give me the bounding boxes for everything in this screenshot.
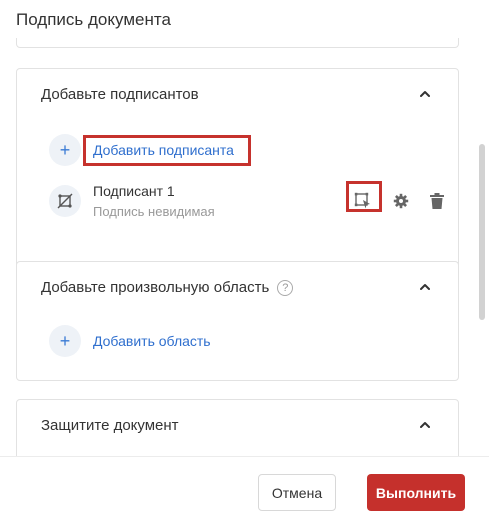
help-icon[interactable]: ? [277, 279, 294, 296]
add-area-button[interactable]: Добавить область [93, 333, 211, 349]
submit-button[interactable]: Выполнить [367, 474, 465, 511]
signers-section-title: Добавьте подписантов [41, 86, 199, 103]
plus-icon[interactable]: + [49, 134, 81, 166]
cancel-button[interactable]: Отмена [258, 474, 336, 511]
highlight-select-area [346, 181, 382, 212]
protect-section: Защитите документ [16, 399, 459, 456]
signer-row: Подписант 1 Подпись невидимая [49, 179, 445, 223]
area-section-title: Добавьте произвольную область [41, 279, 270, 296]
signature-off-icon [49, 185, 81, 217]
dialog-title: Подпись документа [16, 10, 171, 29]
area-section: Добавьте произвольную область ? + Добави… [16, 261, 459, 381]
plus-icon[interactable]: + [49, 325, 81, 357]
signer-name: Подписант 1 [93, 183, 175, 199]
scrollbar-thumb[interactable] [479, 144, 485, 320]
settings-gear-icon[interactable] [391, 191, 411, 211]
highlight-add-signer [83, 135, 251, 166]
add-area-row[interactable]: + Добавить область [49, 325, 211, 357]
chevron-up-icon[interactable] [420, 89, 430, 99]
protect-section-title: Защитите документ [41, 417, 179, 434]
area-section-header: Добавьте произвольную область ? [41, 279, 294, 296]
scroll-area[interactable]: Добавьте подписантов + Добавить подписан… [0, 38, 489, 456]
signers-section: Добавьте подписантов + Добавить подписан… [16, 68, 459, 281]
trash-icon[interactable] [427, 191, 447, 211]
chevron-up-icon[interactable] [420, 420, 430, 430]
chevron-up-icon[interactable] [420, 282, 430, 292]
previous-section-card [16, 38, 459, 48]
signer-status: Подпись невидимая [93, 204, 215, 219]
dialog-footer: Отмена Выполнить [0, 456, 489, 522]
